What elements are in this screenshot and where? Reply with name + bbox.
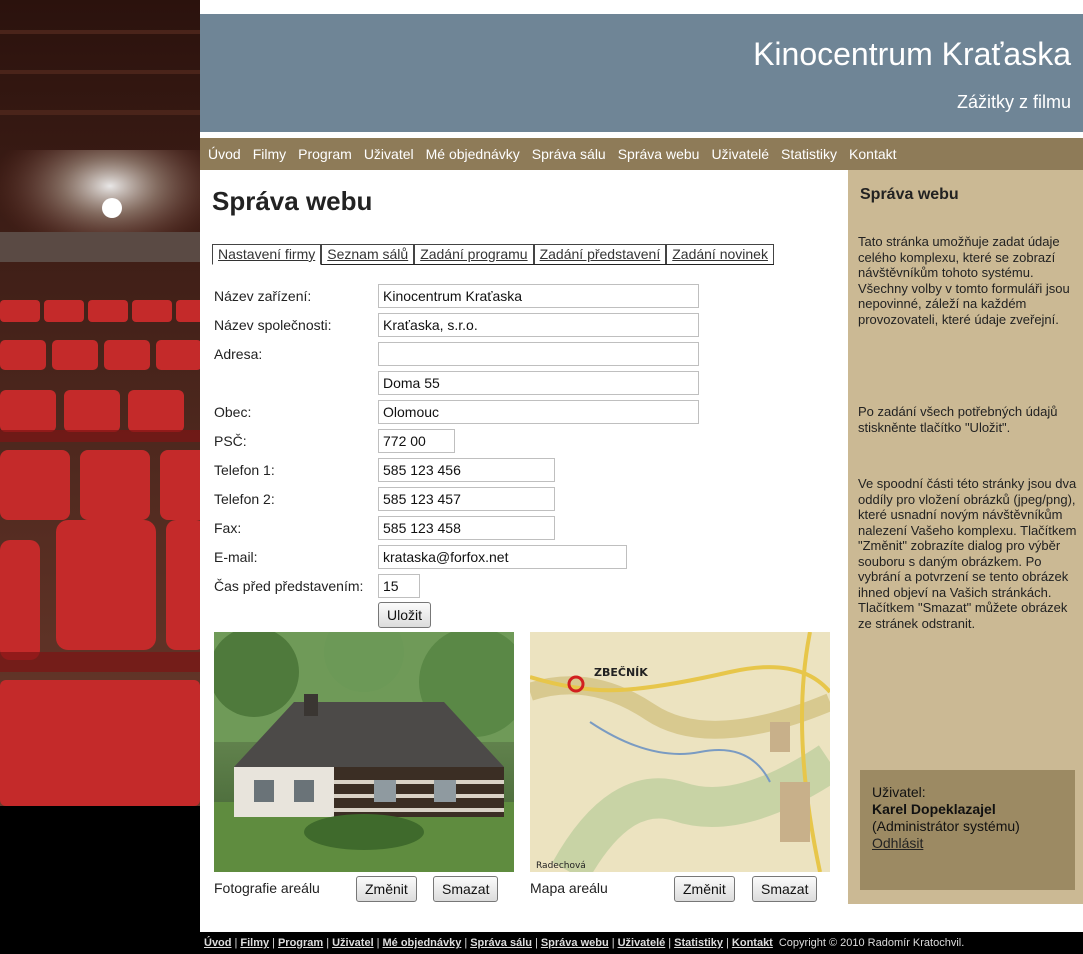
label-fax: Fax: [214, 520, 242, 536]
nazev-spolecnosti-input[interactable] [378, 313, 699, 337]
map-change-button[interactable]: Změnit [674, 876, 735, 902]
user-label: Uživatel: [872, 784, 926, 800]
nav-sprava-salu[interactable]: Správa sálu [532, 146, 606, 162]
settings-tabs: Nastavení firmy Seznam sálů Zadání progr… [212, 244, 774, 265]
tab-zadani-programu[interactable]: Zadání programu [414, 244, 534, 264]
footer-bar: Úvod | Filmy | Program | Uživatel | Mé objed… [200, 932, 1083, 954]
footer-link-uvod[interactable]: Úvod [204, 937, 232, 949]
nav-statistiky[interactable]: Statistiky [781, 146, 837, 162]
site-header: Kinocentrum Kraťaska Zážitky z filmu [200, 14, 1083, 132]
main-content: Správa webu Nastavení firmy Seznam sálů … [200, 170, 848, 904]
user-name: Karel Dopeklazajel [872, 801, 996, 817]
label-cas-pred-predstavenim: Čas před představením: [214, 578, 364, 594]
email-input[interactable] [378, 545, 627, 569]
map-delete-button[interactable]: Smazat [752, 876, 818, 902]
footer-link-uzivatele[interactable]: Uživatelé [618, 937, 666, 949]
nav-kontakt[interactable]: Kontakt [849, 146, 896, 162]
photo-caption: Fotografie areálu [214, 880, 320, 896]
logout-link[interactable]: Odhlásit [872, 835, 923, 851]
label-telefon2: Telefon 2: [214, 491, 275, 507]
fax-input[interactable] [378, 516, 555, 540]
obec-input[interactable] [378, 400, 699, 424]
area-map: ZBEČNÍK Radechová [530, 632, 830, 872]
label-adresa: Adresa: [214, 346, 263, 362]
tab-zadani-predstaveni[interactable]: Zadání představení [533, 244, 667, 264]
footer-link-sprava-salu[interactable]: Správa sálu [470, 937, 532, 949]
footer-link-uzivatel[interactable]: Uživatel [332, 937, 374, 949]
sidebar-title: Správa webu [860, 186, 959, 203]
nav-program[interactable]: Program [298, 146, 352, 162]
map-place-label: ZBEČNÍK [594, 666, 648, 679]
map-caption: Mapa areálu [530, 880, 608, 896]
footer-link-me-objednavky[interactable]: Mé objednávky [383, 937, 462, 949]
nav-sprava-webu[interactable]: Správa webu [618, 146, 700, 162]
tab-zadani-novinek[interactable]: Zadání novinek [666, 244, 774, 264]
label-telefon1: Telefon 1: [214, 462, 275, 478]
adresa-line2-input[interactable] [378, 371, 699, 395]
nazev-zarizeni-input[interactable] [378, 284, 699, 308]
map-place-label-2: Radechová [536, 861, 586, 871]
telefon1-input[interactable] [378, 458, 555, 482]
footer-link-program[interactable]: Program [278, 937, 323, 949]
tab-nastaveni-firmy[interactable]: Nastavení firmy [212, 244, 322, 265]
sidebar-paragraph-3: Ve spoodní části této stránky jsou dva o… [858, 476, 1077, 631]
cinema-seats-illustration [0, 0, 200, 806]
photo-delete-button[interactable]: Smazat [433, 876, 499, 902]
label-obec: Obec: [214, 404, 252, 420]
site-title: Kinocentrum Kraťaska [753, 36, 1071, 72]
psc-input[interactable] [378, 429, 455, 453]
house-photo-illustration [214, 632, 514, 872]
footer-copyright: Copyright © 2010 Radomír Kratochvil. [778, 937, 965, 949]
label-psc: PSČ: [214, 433, 247, 449]
site-subtitle: Zážitky z filmu [956, 92, 1071, 112]
save-button[interactable]: Uložit [378, 602, 432, 628]
cas-input[interactable] [378, 574, 420, 598]
nav-filmy[interactable]: Filmy [253, 146, 286, 162]
footer-link-filmy[interactable]: Filmy [240, 937, 269, 949]
footer: Úvod | Filmy | Program | Uživatel | Mé objed… [200, 904, 1083, 954]
area-photo [214, 632, 514, 872]
left-black-strip [0, 806, 200, 954]
label-nazev-zarizeni: Název zařízení: [214, 288, 312, 304]
photo-change-button[interactable]: Změnit [356, 876, 417, 902]
user-role: (Administrátor systému) [872, 818, 1020, 834]
page-title: Správa webu [212, 186, 373, 216]
label-nazev-spolecnosti: Název společnosti: [214, 317, 332, 333]
label-email: E-mail: [214, 549, 258, 565]
adresa-line1-input[interactable] [378, 342, 699, 366]
nav-me-objednavky[interactable]: Mé objednávky [426, 146, 520, 162]
footer-link-sprava-webu[interactable]: Správa webu [541, 937, 609, 949]
sidebar: Správa webu Tato stránka umožňuje zadat … [848, 170, 1083, 904]
footer-link-statistiky[interactable]: Statistiky [674, 937, 723, 949]
sidebar-paragraph-2: Po zadání všech potřebných údajů stiskně… [858, 404, 1058, 435]
sidebar-paragraph-1: Tato stránka umožňuje zadat údaje celého… [858, 234, 1070, 327]
nav-uzivatel[interactable]: Uživatel [364, 146, 414, 162]
tab-seznam-salu[interactable]: Seznam sálů [321, 244, 415, 264]
map-illustration: ZBEČNÍK Radechová [530, 632, 830, 872]
telefon2-input[interactable] [378, 487, 555, 511]
user-box: Uživatel: Karel Dopeklazajel (Administrá… [860, 770, 1075, 890]
main-nav: Úvod Filmy Program Uživatel Mé objednávk… [200, 138, 1083, 170]
nav-uzivatele[interactable]: Uživatelé [711, 146, 769, 162]
cinema-hall-image [0, 0, 200, 806]
footer-link-kontakt[interactable]: Kontakt [732, 937, 773, 949]
nav-uvod[interactable]: Úvod [208, 146, 241, 162]
